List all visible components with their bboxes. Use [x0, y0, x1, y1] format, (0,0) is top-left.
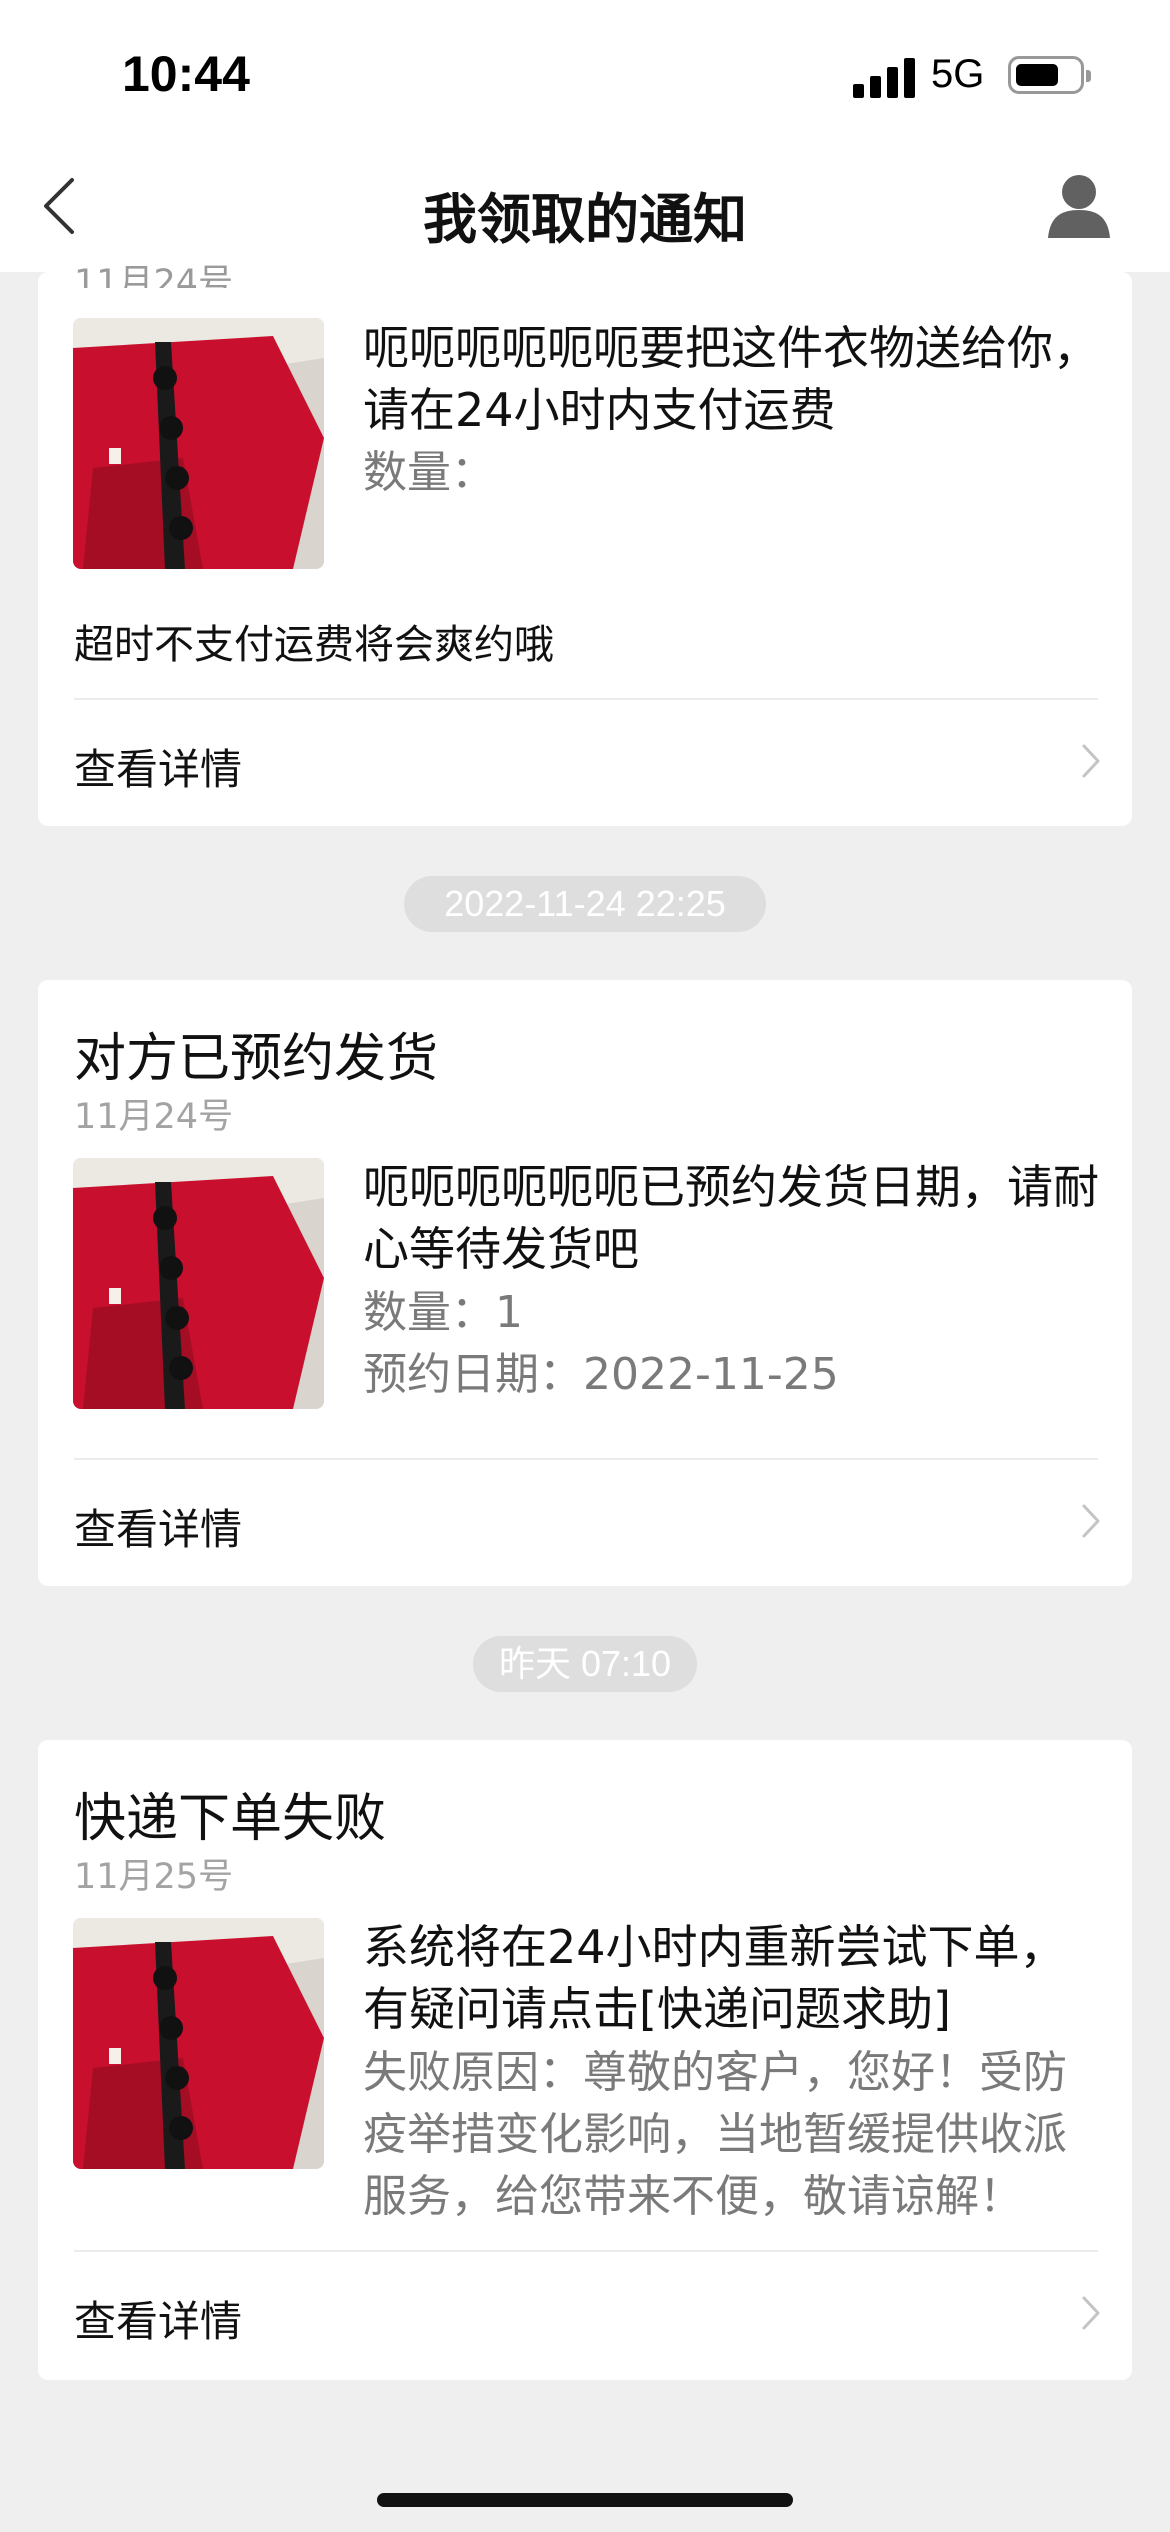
- chevron-right-icon: [1080, 1502, 1102, 1540]
- card-description: 呃呃呃呃呃呃要把这件衣物送给你，请在24小时内支付运费: [363, 321, 1099, 437]
- status-bar: 10:44 5G: [0, 0, 1170, 150]
- chevron-right-icon: [1080, 742, 1102, 780]
- card-date: 11月24号: [74, 263, 234, 288]
- battery-icon: [1008, 56, 1091, 94]
- view-details-label: 查看详情: [74, 745, 243, 794]
- card-note: 超时不支付运费将会爽约哦: [74, 622, 554, 668]
- card-quantity: 数量：1: [363, 1287, 523, 1338]
- user-icon[interactable]: [1046, 172, 1112, 240]
- card-reserve-date: 预约日期：2022-11-25: [363, 1349, 839, 1400]
- card-description: 系统将在24小时内重新尝试下单，有疑问请点击[快递问题求助]: [363, 1920, 1066, 2036]
- view-details-button[interactable]: 查看详情: [38, 1458, 1132, 1586]
- timestamp-badge: 2022-11-24 22:25: [404, 876, 766, 932]
- view-details-button[interactable]: 查看详情: [38, 698, 1132, 826]
- notification-card: 11月24号 呃呃呃呃呃呃要把这件衣物送给你，请在24小时内支付运费 数量： 超…: [38, 263, 1132, 826]
- card-date: 11月25号: [74, 1857, 234, 1897]
- status-time: 10:44: [122, 46, 250, 102]
- view-details-label: 查看详情: [74, 2297, 243, 2346]
- timestamp-badge: 昨天 07:10: [473, 1636, 697, 1692]
- chevron-right-icon: [1080, 2294, 1102, 2332]
- page-title: 我领取的通知: [423, 188, 747, 251]
- view-details-label: 查看详情: [74, 1505, 243, 1554]
- card-date: 11月24号: [74, 1097, 234, 1137]
- view-details-button[interactable]: 查看详情: [38, 2250, 1132, 2378]
- card-title: 快递下单失败: [74, 1789, 387, 1849]
- signal-icon: [853, 58, 915, 98]
- notification-card: 对方已预约发货 11月24号 呃呃呃呃呃呃已预约发货日期，请耐心等待发货吧 数量…: [38, 980, 1132, 1586]
- notification-card: 快递下单失败 11月25号 系统将在24小时内重新尝试下单，有疑问请点击[快递问…: [38, 1740, 1132, 2380]
- garment-thumbnail[interactable]: [73, 1918, 324, 2169]
- failure-reason: 失败原因：尊敬的客户，您好！受防疫举措变化影响，当地暂缓提供收派服务，给您带来不…: [363, 2047, 1067, 2222]
- card-description: 呃呃呃呃呃呃已预约发货日期，请耐心等待发货吧: [363, 1160, 1099, 1276]
- garment-thumbnail[interactable]: [73, 318, 324, 569]
- network-label: 5G: [931, 52, 985, 96]
- card-quantity: 数量：: [363, 447, 495, 498]
- home-indicator[interactable]: [377, 2493, 793, 2507]
- garment-thumbnail[interactable]: [73, 1158, 324, 1409]
- card-title: 对方已预约发货: [74, 1029, 439, 1089]
